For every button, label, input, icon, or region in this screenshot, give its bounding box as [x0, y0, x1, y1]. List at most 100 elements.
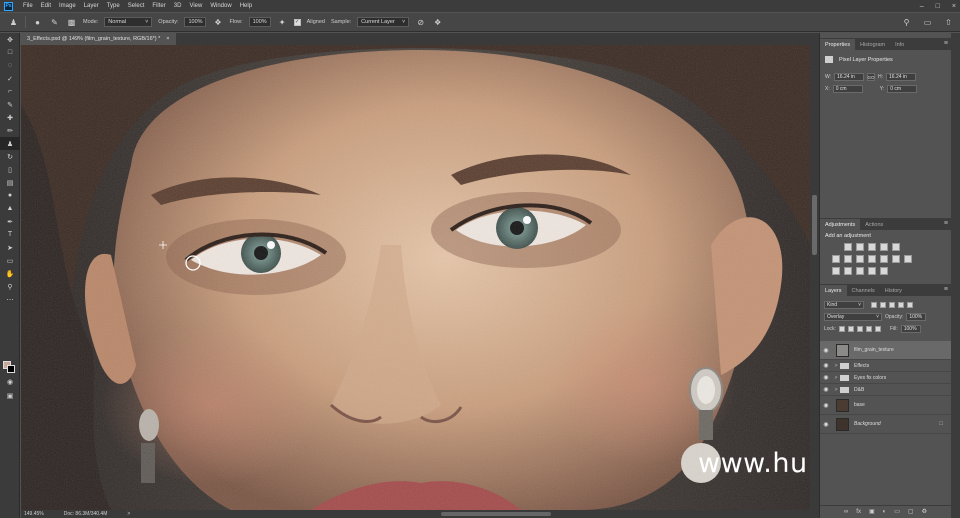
new-group-icon[interactable]: ▭	[894, 508, 900, 515]
blend-mode-dropdown[interactable]: Overlay ˅	[824, 313, 882, 321]
levels-icon[interactable]	[856, 243, 864, 251]
chevron-right-icon[interactable]: ˃	[832, 375, 840, 381]
fill-field[interactable]: 100%	[900, 325, 921, 333]
vibrance-icon[interactable]	[832, 255, 840, 263]
height-field[interactable]: 16.24 in	[886, 73, 917, 81]
brush-tool-icon[interactable]: ✏	[0, 124, 20, 137]
lock-artboard-icon[interactable]	[865, 326, 872, 332]
filter-smart-object-icon[interactable]	[907, 302, 913, 308]
layer-name[interactable]: Effects	[854, 363, 869, 369]
close-icon[interactable]: ×	[952, 3, 956, 10]
tab-channels[interactable]: Channels	[847, 285, 880, 296]
layer-row-eyes-fix[interactable]: ◉ ˃ Eyes fix colors	[820, 372, 951, 384]
lasso-tool-icon[interactable]: ◌	[0, 59, 20, 72]
layer-name[interactable]: Background	[854, 421, 881, 427]
aligned-checkbox[interactable]: ✓	[293, 18, 301, 26]
layer-style-icon[interactable]: fx	[856, 509, 861, 515]
selective-color-icon[interactable]	[880, 267, 888, 275]
menu-help[interactable]: Help	[236, 3, 256, 9]
curves-icon[interactable]	[868, 243, 876, 251]
panel-menu-icon[interactable]: ≡	[944, 286, 948, 293]
healing-brush-tool-icon[interactable]: ✚	[0, 111, 20, 124]
shape-tool-icon[interactable]: ▭	[0, 254, 20, 267]
zoom-level[interactable]: 149.45%	[24, 511, 44, 517]
width-field[interactable]: 16.24 in	[834, 73, 865, 81]
search-icon[interactable]: ⚲	[901, 17, 912, 28]
gradient-tool-icon[interactable]: ▤	[0, 176, 20, 189]
menu-type[interactable]: Type	[103, 3, 124, 9]
tab-adjustments[interactable]: Adjustments	[820, 219, 861, 230]
type-tool-icon[interactable]: T	[0, 228, 20, 241]
hue-saturation-icon[interactable]	[844, 255, 852, 263]
tab-history[interactable]: History	[880, 285, 907, 296]
visibility-eye-icon[interactable]: ◉	[820, 362, 832, 369]
visibility-eye-icon[interactable]: ◉	[820, 421, 832, 428]
status-chevron-icon[interactable]: ˃	[127, 511, 130, 517]
lock-all-icon[interactable]	[874, 326, 881, 332]
visibility-eye-icon[interactable]: ◉	[820, 386, 832, 393]
opacity-field[interactable]: 100%	[184, 17, 207, 27]
color-balance-icon[interactable]	[856, 255, 864, 263]
menu-select[interactable]: Select	[124, 3, 149, 9]
share-icon[interactable]: ⇧	[943, 17, 954, 28]
filter-pixel-icon[interactable]	[871, 302, 877, 308]
filter-adjustment-icon[interactable]	[880, 302, 886, 308]
screen-mode-icon[interactable]: ▣	[0, 389, 20, 402]
layer-name[interactable]: base	[854, 402, 865, 408]
tab-histogram[interactable]: Histogram	[855, 39, 890, 50]
lock-position-icon[interactable]	[856, 326, 863, 332]
dodge-tool-icon[interactable]: ▲	[0, 202, 20, 215]
lock-transparent-icon[interactable]	[838, 326, 845, 332]
new-layer-icon[interactable]: ▢	[908, 508, 914, 515]
scroll-thumb[interactable]	[812, 195, 817, 255]
layer-name[interactable]: film_grain_texture	[854, 347, 894, 353]
layer-row-film-grain[interactable]: ◉ film_grain_texture	[820, 341, 951, 360]
hand-tool-icon[interactable]: ✋	[0, 267, 20, 280]
document-canvas[interactable]: www.hunls.com	[21, 45, 810, 510]
blur-tool-icon[interactable]: ●	[0, 189, 20, 202]
tab-info[interactable]: Info	[890, 39, 909, 50]
invert-icon[interactable]	[832, 267, 840, 275]
panel-menu-icon[interactable]: ≡	[944, 40, 948, 47]
crop-tool-icon[interactable]: ⌐	[0, 85, 20, 98]
menu-window[interactable]: Window	[206, 3, 235, 9]
visibility-eye-icon[interactable]: ◉	[820, 402, 832, 409]
clone-stamp-tool-icon[interactable]: ♟	[0, 137, 20, 150]
delete-layer-icon[interactable]: ♻	[922, 508, 927, 515]
history-brush-tool-icon[interactable]: ↻	[0, 150, 20, 163]
layer-row-db[interactable]: ◉ ˃ D&B	[820, 384, 951, 396]
move-tool-icon[interactable]: ✥	[0, 33, 20, 46]
brush-settings-icon[interactable]: ✎	[49, 17, 60, 28]
menu-layer[interactable]: Layer	[80, 3, 103, 9]
filter-type-icon[interactable]	[889, 302, 895, 308]
x-field[interactable]: 0 cm	[832, 85, 863, 93]
quick-select-tool-icon[interactable]: ✓	[0, 72, 20, 85]
tab-properties[interactable]: Properties	[820, 39, 856, 50]
menu-edit[interactable]: Edit	[37, 3, 55, 9]
add-mask-icon[interactable]: ▣	[869, 508, 875, 515]
layer-name[interactable]: D&B	[854, 387, 864, 393]
panel-menu-icon[interactable]: ≡	[944, 220, 948, 227]
eyedropper-tool-icon[interactable]: ✎	[0, 98, 20, 111]
layer-row-base[interactable]: ◉ base	[820, 396, 951, 415]
gradient-map-icon[interactable]	[868, 267, 876, 275]
clone-source-icon[interactable]: ▩	[66, 17, 77, 28]
menu-file[interactable]: File	[19, 3, 37, 9]
menu-view[interactable]: View	[185, 3, 206, 9]
threshold-icon[interactable]	[856, 267, 864, 275]
marquee-tool-icon[interactable]: □	[0, 46, 20, 59]
mode-dropdown[interactable]: Normal ˅	[104, 17, 153, 27]
close-tab-icon[interactable]: ×	[166, 36, 169, 42]
y-field[interactable]: 0 cm	[887, 85, 918, 93]
vertical-scrollbar[interactable]	[810, 45, 819, 510]
flow-field[interactable]: 100%	[248, 17, 271, 27]
chevron-right-icon[interactable]: ˃	[832, 363, 840, 369]
gradient-map-triangle-icon[interactable]	[892, 243, 900, 251]
brightness-contrast-icon[interactable]	[844, 243, 852, 251]
visibility-eye-icon[interactable]: ◉	[820, 374, 832, 381]
new-adjustment-icon[interactable]: ◐	[883, 509, 887, 515]
exposure-icon[interactable]	[880, 243, 888, 251]
airbrush-icon[interactable]: ✦	[277, 17, 288, 28]
eraser-tool-icon[interactable]: ▯	[0, 163, 20, 176]
photo-filter-icon[interactable]	[880, 255, 888, 263]
